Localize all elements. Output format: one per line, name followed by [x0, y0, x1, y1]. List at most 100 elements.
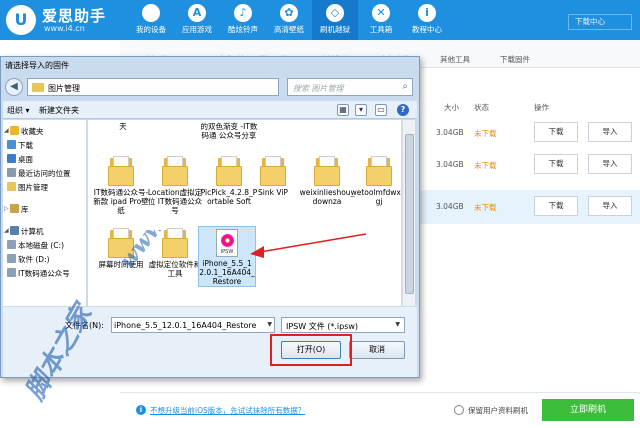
folder-item[interactable]: 虚拟定位软件和工具	[146, 228, 204, 278]
folder-item[interactable]: weixinlieshou_downza	[298, 156, 356, 206]
folder-item[interactable]: Sink ViP	[244, 156, 302, 197]
expanded-icon[interactable]: ◢	[4, 127, 9, 134]
address-box[interactable]: 图片管理	[27, 78, 279, 96]
keep-data-label: 保留用户资料刷机	[468, 406, 528, 415]
download-button[interactable]: 下载	[534, 196, 578, 216]
download-center-button[interactable]: 下载中心	[568, 14, 632, 30]
nav-pane-label: 软件 (D:)	[18, 255, 50, 264]
nav-pane-label: IT数码通公众号	[18, 269, 70, 278]
nav-item-1[interactable]: A 应用游戏	[174, 0, 220, 40]
app-footer: i 不想升级当前iOS版本，先试试抹除所有数据？ 保留用户资料刷机 立即刷机	[120, 392, 640, 428]
folder-item[interactable]: IT数码通公众号-新款 ipad Pro壁纸	[92, 156, 150, 215]
file-label: Location虚拟定位 IT数码通公众号	[147, 188, 203, 215]
file-label: Sink ViP	[258, 188, 288, 197]
bell-icon: ♪	[234, 4, 252, 22]
recent-icon	[7, 168, 16, 177]
scroll-thumb[interactable]	[405, 134, 414, 294]
file-label: 的双色渐变 -IT数码通 公众号分享	[200, 122, 258, 140]
tools-icon: ✕	[372, 4, 390, 22]
nav-pane-label: 下载	[18, 141, 33, 150]
file-item[interactable]: 的双色渐变 -IT数码通 公众号分享	[200, 120, 258, 140]
nav-pane-label: 库	[21, 205, 29, 214]
info-icon: i	[418, 4, 436, 22]
app-tab-5[interactable]: 其他工具	[440, 54, 470, 65]
nav-label: 教程中心	[412, 25, 442, 34]
import-button[interactable]: 导入	[588, 196, 632, 216]
desktop-icon	[7, 154, 16, 163]
app-name: 爱思助手	[42, 7, 107, 25]
cancel-button[interactable]: 取消	[349, 341, 405, 359]
folder-icon	[108, 156, 134, 186]
folder-front-shape	[366, 166, 392, 186]
firmware-size: 3.04GB	[436, 160, 464, 169]
download-button[interactable]: 下载	[534, 154, 578, 174]
filename-value: iPhone_5.5_12.0.1_16A404_Restore	[114, 321, 257, 330]
folder-front-shape	[108, 238, 134, 258]
nav-item-4[interactable]: ◇ 刷机越狱	[312, 0, 358, 40]
nav-item-2[interactable]: ♪ 酷炫铃声	[220, 0, 266, 40]
erase-data-link[interactable]: 不想升级当前iOS版本，先试试抹除所有数据？	[150, 405, 305, 416]
file-list-scrollbar[interactable]	[402, 120, 415, 306]
folder-item[interactable]: wetoolmfdwxfzgj	[350, 156, 401, 206]
nav-pane-item[interactable]: 软件 (D:)	[3, 252, 86, 265]
firmware-size: 3.04GB	[436, 202, 464, 211]
nav-label: 工具箱	[369, 25, 393, 34]
filetype-select[interactable]: IPSW 文件 (*.ipsw) ▼	[281, 317, 405, 333]
folder-front-shape	[216, 166, 242, 186]
dialog-title: 请选择导入的固件	[5, 61, 69, 70]
filename-label: 文件名(N):	[65, 321, 104, 330]
collapsed-icon[interactable]: ▷	[4, 205, 9, 212]
nav-pane-label: 图片管理	[18, 183, 48, 192]
nav-item-5[interactable]: ✕ 工具箱	[358, 0, 404, 40]
flash-now-button[interactable]: 立即刷机	[542, 399, 634, 421]
folder-front-shape	[162, 166, 188, 186]
chevron-down-icon: ▼	[395, 321, 400, 328]
folder-icon	[162, 228, 188, 258]
view-options-icon[interactable]: ▦	[337, 104, 349, 116]
filetype-value: IPSW 文件 (*.ipsw)	[286, 322, 359, 331]
search-input[interactable]: 搜索 图片管理 ⌕	[287, 78, 413, 96]
nav-pane-item[interactable]: 下载	[3, 138, 86, 151]
ipsw-file-icon: IPSW	[216, 229, 238, 257]
organize-menu[interactable]: 组织 ▾	[7, 105, 30, 116]
chevron-down-icon[interactable]: ▼	[267, 321, 272, 328]
nav-pane-item[interactable]: ◢ 计算机	[3, 224, 86, 237]
folder-item[interactable]: 屏幕时间使用	[92, 228, 150, 269]
back-button[interactable]: ◀	[5, 78, 23, 96]
expanded-icon[interactable]: ◢	[4, 227, 9, 234]
nav-pane-item[interactable]: ◢ 收藏夹	[3, 124, 86, 137]
firmware-row: 3.04GB 未下载 下载 导入	[420, 148, 640, 182]
dialog-toolbar: 组织 ▾ 新建文件夹 ▦ ▾ ▭ ?	[3, 101, 417, 119]
file-label: IT数码通公众号-新款 ipad Pro壁纸	[93, 188, 149, 215]
folder-item[interactable]: Location虚拟定位 IT数码通公众号	[146, 156, 204, 215]
filename-input[interactable]: iPhone_5.5_12.0.1_16A404_Restore ▼	[111, 317, 275, 333]
folder-front-shape	[260, 166, 286, 186]
library-icon	[10, 204, 19, 213]
column-size: 大小	[444, 103, 459, 112]
app-tab-6[interactable]: 下载固件	[500, 54, 530, 65]
import-button[interactable]: 导入	[588, 154, 632, 174]
preview-pane-icon[interactable]: ▭	[375, 104, 387, 116]
nav-pane-item[interactable]: 本地磁盘 (C:)	[3, 238, 86, 251]
nav-pane-item[interactable]: 最近访问的位置	[3, 166, 86, 179]
drive-icon	[7, 268, 16, 277]
nav-pane-item[interactable]: ▷ 库	[3, 202, 86, 215]
folder-icon	[366, 156, 392, 186]
nav-pane-item[interactable]: IT数码通公众号	[3, 266, 86, 279]
download-button[interactable]: 下载	[534, 122, 578, 142]
nav-item-3[interactable]: ✿ 高清壁纸	[266, 0, 312, 40]
nav-pane-item[interactable]: 图片管理	[3, 180, 86, 193]
help-icon[interactable]: ?	[397, 104, 409, 116]
nav-item-6[interactable]: i 教程中心	[404, 0, 450, 40]
new-folder-button[interactable]: 新建文件夹	[39, 105, 79, 116]
nav-item-0[interactable]: 我的设备	[128, 0, 174, 40]
column-action: 操作	[534, 103, 549, 112]
nav-pane-item[interactable]: 桌面	[3, 152, 86, 165]
keep-data-radio[interactable]	[454, 405, 464, 415]
view-dropdown-icon[interactable]: ▾	[355, 104, 367, 116]
file-label: iPhone_5.5_12.0.1_16A404_Restore	[199, 259, 255, 286]
computer-icon	[10, 226, 19, 235]
file-item[interactable]: 天	[94, 120, 152, 131]
import-button[interactable]: 导入	[588, 122, 632, 142]
info-icon: i	[136, 405, 146, 415]
